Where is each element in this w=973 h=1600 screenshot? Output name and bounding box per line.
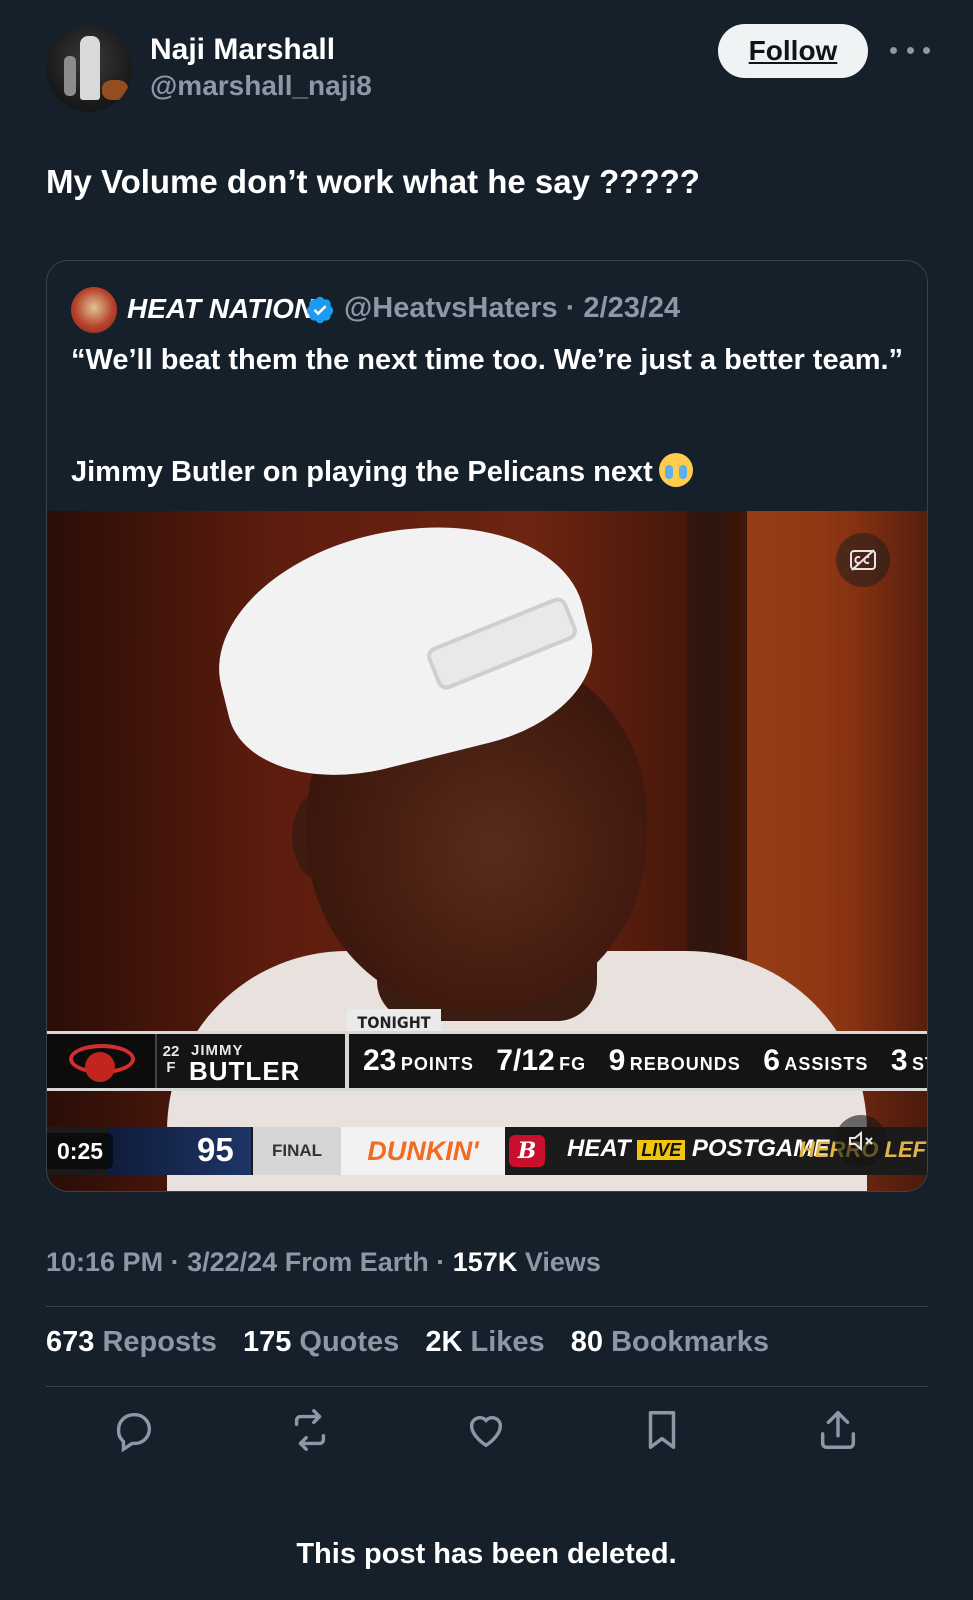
repost-icon[interactable] — [280, 1400, 340, 1460]
quoted-author-handle-date[interactable]: @HeatvsHaters · 2/23/24 — [344, 292, 680, 325]
reply-icon[interactable] — [104, 1400, 164, 1460]
sponsor-b-logo: B — [509, 1135, 545, 1167]
avatar-figure — [80, 36, 100, 100]
author-handle[interactable]: @marshall_naji8 — [150, 70, 372, 102]
post-text: My Volume don’t work what he say ????? — [46, 163, 700, 200]
action-bar — [46, 1400, 928, 1468]
post-meta: 10:16 PM · 3/22/24 From Earth · 157K Vie… — [46, 1247, 601, 1277]
bookmarks-stat[interactable]: 80 Bookmarks — [571, 1326, 769, 1358]
more-horizontal-icon[interactable] — [890, 36, 930, 64]
ticker-final: FINAL — [253, 1127, 341, 1175]
score-ticker: 95 FINAL DUNKIN' B HEAT LIVE POSTGAME HE… — [47, 1127, 927, 1175]
player-last-name: BUTLER — [189, 1056, 301, 1086]
quoted-post-caption: Jimmy Butler on playing the Pelicans nex… — [71, 456, 653, 488]
quoted-post-text-2: Jimmy Butler on playing the Pelicans nex… — [71, 453, 911, 491]
player-stats-bar: 22 F JIMMY BUTLER 23 POINTS 7/12 FG 9 REB… — [47, 1031, 927, 1091]
quoted-author-avatar[interactable] — [71, 287, 117, 333]
captions-off-icon[interactable] — [836, 533, 890, 587]
video-player[interactable]: TONIGHT 22 F JIMMY BUTLER 23 POINTS 7/12 … — [47, 511, 927, 1191]
ticker-score: 95 — [197, 1131, 234, 1168]
background-panel — [747, 511, 927, 1041]
quoted-post-card[interactable]: HEAT NATION @HeatvsHaters · 2/23/24 “We’… — [46, 260, 928, 1192]
quotes-stat[interactable]: 175 Quotes — [243, 1326, 399, 1358]
post-time[interactable]: 10:16 PM — [46, 1247, 163, 1277]
author-avatar[interactable] — [46, 26, 132, 112]
heat-logo — [47, 1034, 157, 1088]
quoted-author-display-name[interactable]: HEAT NATION — [127, 293, 314, 325]
deleted-notice: This post has been deleted. — [296, 1538, 677, 1570]
divider — [46, 1306, 928, 1307]
sponsor-logo: DUNKIN' — [341, 1127, 505, 1175]
volume-muted-icon[interactable] — [835, 1115, 887, 1167]
divider — [46, 1386, 928, 1387]
loudly-crying-face-icon — [658, 453, 693, 487]
quoted-post-text: “We’ll beat them the next time too. We’r… — [71, 344, 904, 376]
video-timestamp: 0:25 — [47, 1133, 114, 1169]
views-label: Views — [524, 1247, 601, 1277]
verified-badge-icon — [306, 296, 334, 324]
post-date[interactable]: 3/22/24 — [187, 1247, 277, 1277]
likes-stat[interactable]: 2K Likes — [425, 1326, 544, 1358]
follow-button[interactable]: Follow — [718, 24, 868, 78]
share-icon[interactable] — [808, 1400, 868, 1460]
views-count: 157K — [452, 1247, 518, 1277]
postgame-title: HEAT LIVE POSTGAME — [567, 1135, 830, 1162]
bookmark-icon[interactable] — [632, 1400, 692, 1460]
avatar-light — [102, 80, 128, 100]
jersey-number: 22 F — [162, 1043, 180, 1076]
engagement-stats: 673 Reposts 175 Quotes 2K Likes 80 Bookm… — [46, 1326, 787, 1359]
author-display-name[interactable]: Naji Marshall — [150, 33, 335, 67]
post-source: From Earth — [284, 1247, 429, 1277]
reposts-stat[interactable]: 673 Reposts — [46, 1326, 217, 1358]
like-heart-icon[interactable] — [456, 1400, 516, 1460]
avatar-figure — [64, 56, 76, 96]
player-stat-line: 23 POINTS 7/12 FG 9 REBOUNDS 6 ASSISTS 3… — [363, 1044, 927, 1077]
